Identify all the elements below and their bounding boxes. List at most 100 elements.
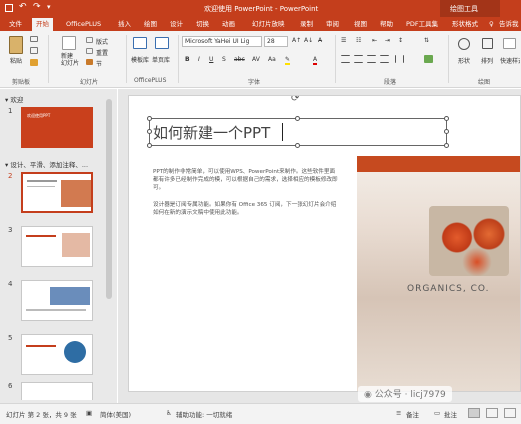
italic-icon[interactable]: I xyxy=(198,56,200,63)
format-painter-icon[interactable] xyxy=(30,59,38,66)
section-icon xyxy=(86,59,93,65)
section-design[interactable]: ▾ 设计、平滑、添加注释、... xyxy=(5,159,88,169)
tab-pdf-tools[interactable]: PDF工具集 xyxy=(406,19,438,29)
cut-icon[interactable] xyxy=(30,36,38,42)
tab-officeplus[interactable]: OfficePLUS xyxy=(66,19,101,29)
arrange-icon[interactable] xyxy=(482,38,493,49)
resize-handle[interactable] xyxy=(444,143,449,148)
bullets-icon[interactable]: ☰ xyxy=(341,37,346,44)
resize-handle[interactable] xyxy=(147,116,152,121)
resize-handle[interactable] xyxy=(444,129,449,134)
shadow-icon[interactable]: S xyxy=(222,56,226,63)
paste-icon[interactable] xyxy=(9,36,23,54)
resize-handle[interactable] xyxy=(295,143,300,148)
tab-help[interactable]: 帮助 xyxy=(380,19,393,29)
smartart-icon[interactable] xyxy=(424,55,433,63)
body-paragraph-1[interactable]: PPT的制作非常简单，可以使用WPS、PowerPoint来制作。这些软件里面都… xyxy=(153,168,339,192)
section-welcome[interactable]: ▾ 欢迎 xyxy=(5,94,23,104)
normal-view-icon[interactable] xyxy=(468,408,480,418)
quick-styles-label: 快速样式 xyxy=(500,58,520,65)
slide-sorter-icon[interactable] xyxy=(486,408,498,418)
accessibility-status[interactable]: 辅助功能: 一切就绪 xyxy=(176,409,232,419)
slide-title[interactable]: 如何新建一个PPT xyxy=(153,122,270,143)
tab-transitions[interactable]: 切换 xyxy=(196,19,209,29)
tab-review[interactable]: 审阅 xyxy=(326,19,339,29)
change-case-icon[interactable]: Aa xyxy=(268,56,276,63)
body-paragraph-2[interactable]: 设计器是订阅专属功能。如果你有 Office 365 订阅，下一张幻灯片会介绍如… xyxy=(153,201,339,217)
resize-handle[interactable] xyxy=(295,116,300,121)
quick-styles-icon[interactable] xyxy=(503,38,516,49)
scrollbar[interactable] xyxy=(106,99,112,299)
reset-button[interactable]: 重置 xyxy=(96,48,108,57)
tab-insert[interactable]: 插入 xyxy=(118,19,131,29)
language-status[interactable]: 简体(美国) xyxy=(100,409,131,419)
rotate-handle-icon[interactable]: ⟳ xyxy=(291,96,299,104)
tab-animations[interactable]: 动画 xyxy=(222,19,235,29)
numbering-icon[interactable]: ☷ xyxy=(356,37,361,44)
strikethrough-icon[interactable]: abc xyxy=(234,56,245,63)
slide-thumbnail-5[interactable] xyxy=(21,334,93,375)
redo-icon[interactable]: ↷ xyxy=(33,2,41,12)
reading-view-icon[interactable] xyxy=(504,408,516,418)
tab-record[interactable]: 录制 xyxy=(300,19,313,29)
copy-icon[interactable] xyxy=(30,47,38,54)
comments-button[interactable]: 批注 xyxy=(444,409,457,419)
tab-tell-me[interactable]: 告诉我 xyxy=(499,19,519,29)
shapes-icon[interactable] xyxy=(458,38,470,50)
title-bar: ↶ ↷ ▾ 欢迎使用 PowerPoint - PowerPoint 绘图工具 xyxy=(0,0,521,17)
line-spacing-icon[interactable]: ↕ xyxy=(398,37,403,44)
notes-icon[interactable]: ≡ xyxy=(396,409,401,417)
tab-view[interactable]: 视图 xyxy=(354,19,367,29)
template-library-icon[interactable] xyxy=(133,37,147,49)
justify-icon[interactable] xyxy=(380,55,389,63)
slide-editor[interactable]: ORGANICS, CO. ⟳ 如何新建一个PPT PPT的制作非常简单，可以使… xyxy=(128,95,521,392)
accessibility-icon[interactable]: ♿ xyxy=(166,409,172,417)
layout-button[interactable]: 版式 xyxy=(96,37,108,46)
watermark-text: 公众号 · licj7979 xyxy=(374,390,446,400)
section-button[interactable]: 节 xyxy=(96,59,102,68)
spellcheck-icon[interactable]: ▣ xyxy=(86,409,92,417)
notes-button[interactable]: 备注 xyxy=(406,409,419,419)
tab-draw[interactable]: 绘图 xyxy=(144,19,157,29)
slide-thumbnail-4[interactable] xyxy=(21,280,93,321)
tab-slideshow[interactable]: 幻灯片放映 xyxy=(252,19,285,29)
increase-indent-icon[interactable]: ⇥ xyxy=(385,37,390,44)
bold-icon[interactable]: B xyxy=(185,56,190,63)
clear-format-icon[interactable]: A̶ xyxy=(318,37,322,44)
align-right-icon[interactable] xyxy=(367,55,376,63)
highlight-icon[interactable]: ✎ xyxy=(285,56,291,65)
tab-file[interactable]: 文件 xyxy=(9,19,22,29)
font-size-select[interactable]: 28 xyxy=(264,36,288,47)
shrink-font-icon[interactable]: A↓ xyxy=(304,37,313,44)
slide-thumbnail-6[interactable] xyxy=(21,382,93,400)
reset-icon xyxy=(86,48,93,54)
resize-handle[interactable] xyxy=(444,116,449,121)
single-page-library-icon[interactable] xyxy=(155,37,169,49)
tab-design[interactable]: 设计 xyxy=(170,19,183,29)
align-center-icon[interactable] xyxy=(354,55,363,63)
slide-thumbnail-1[interactable]: 欢迎使用PPT xyxy=(21,107,93,148)
underline-icon[interactable]: U xyxy=(209,56,213,63)
lightbulb-icon[interactable]: ♀ xyxy=(489,19,494,29)
slide-thumbnail-2[interactable] xyxy=(21,172,93,213)
customize-toolbar-icon[interactable]: ▾ xyxy=(47,3,51,11)
tab-home[interactable]: 开始 xyxy=(32,18,53,31)
tab-shape-format[interactable]: 形状格式 xyxy=(452,19,478,29)
resize-handle[interactable] xyxy=(147,143,152,148)
decrease-indent-icon[interactable]: ⇤ xyxy=(372,37,377,44)
save-icon[interactable] xyxy=(5,4,13,12)
align-left-icon[interactable] xyxy=(341,55,350,63)
font-name-select[interactable]: Microsoft YaHei UI Lig xyxy=(182,36,262,47)
new-slide-icon[interactable] xyxy=(62,36,76,50)
slide-thumbnail-3[interactable] xyxy=(21,226,93,267)
thumbnail-text xyxy=(26,235,56,237)
grow-font-icon[interactable]: A↑ xyxy=(292,37,301,44)
undo-icon[interactable]: ↶ xyxy=(19,2,27,12)
char-spacing-icon[interactable]: AV xyxy=(252,56,260,63)
columns-icon[interactable] xyxy=(395,55,404,63)
slide-count-status[interactable]: 幻灯片 第 2 张，共 9 张 xyxy=(6,409,77,419)
resize-handle[interactable] xyxy=(147,129,152,134)
font-color-icon[interactable]: A xyxy=(313,56,318,65)
comments-icon[interactable]: ▭ xyxy=(434,409,440,417)
text-direction-icon[interactable]: ⇅ xyxy=(424,37,429,44)
